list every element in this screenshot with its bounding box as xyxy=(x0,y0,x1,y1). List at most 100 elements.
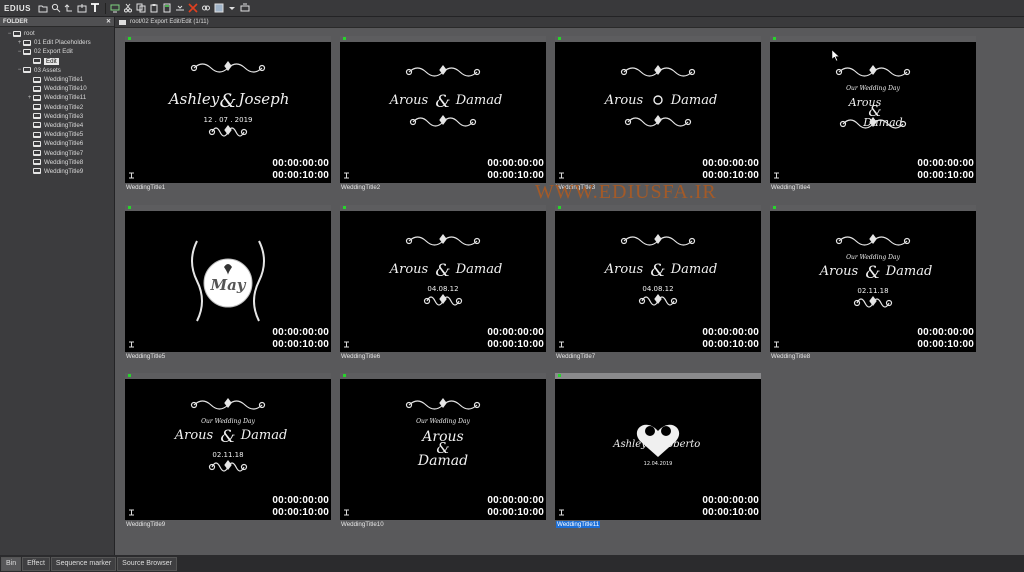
capture-icon[interactable] xyxy=(110,2,121,14)
timecode-duration: 00:00:10:00 xyxy=(272,507,329,518)
tree-item[interactable]: WeddingTitle4 xyxy=(0,121,114,130)
online-indicator-icon xyxy=(558,206,561,209)
ornament-flourish xyxy=(405,234,481,246)
folder-panel-title: FOLDER xyxy=(3,18,28,25)
tree-item[interactable]: + WeddingTitle11 xyxy=(0,93,114,102)
tree-item-label: WeddingTitle6 xyxy=(44,140,84,148)
tree-item[interactable]: WeddingTitle8 xyxy=(0,158,114,167)
clip-thumbnail[interactable]: Arous & Damad 00:00:00:00 00:00:10:00 Wedding… xyxy=(340,36,546,193)
tree-item-label: 01 Edit Placeholders xyxy=(34,39,91,47)
clip-thumbnail[interactable]: Our Wedding Day Arous & Damad 02.11.18 00:00:… xyxy=(770,205,976,362)
timecode-duration: 00:00:10:00 xyxy=(272,339,329,350)
clip-thumbnail[interactable]: Our Wedding Day Arous & Damad 00:00:00:00 00:… xyxy=(340,373,546,530)
timecode-duration: 00:00:10:00 xyxy=(487,170,544,181)
clip-thumbnail[interactable]: Arous Damad 00:00:00:00 00:00:10:00 WeddingT… xyxy=(555,36,761,193)
title-line1: Ashley xyxy=(167,90,220,108)
timecode-in: 00:00:00:00 xyxy=(917,327,974,338)
clip-name[interactable]: WeddingTitle6 xyxy=(340,352,546,362)
clip-name[interactable]: WeddingTitle4 xyxy=(770,183,976,193)
timecode-duration: 00:00:10:00 xyxy=(702,339,759,350)
clip-name[interactable]: WeddingTitle9 xyxy=(125,520,331,530)
tree-item[interactable]: WeddingTitle5 xyxy=(0,130,114,139)
folder-icon xyxy=(33,159,41,166)
search-icon[interactable] xyxy=(51,2,62,14)
tree-item[interactable]: WeddingTitle6 xyxy=(0,139,114,148)
clip-preview: Arous & Damad 04.08.12 00:00:00:00 00:00:10:0… xyxy=(340,211,546,352)
tree-item[interactable]: +01 Edit Placeholders xyxy=(0,38,114,47)
expander-icon[interactable]: + xyxy=(16,40,23,46)
clip-name[interactable]: WeddingTitle1 xyxy=(125,183,331,193)
add-icon[interactable] xyxy=(162,2,173,14)
title-icon[interactable] xyxy=(90,2,101,14)
clip-name[interactable]: WeddingTitle8 xyxy=(770,352,976,362)
clip-name[interactable]: WeddingTitle2 xyxy=(340,183,546,193)
title-line1: Arous xyxy=(389,93,429,108)
open-icon[interactable] xyxy=(77,2,88,14)
tree-item[interactable]: WeddingTitle2 xyxy=(0,103,114,112)
title-ampersand: & xyxy=(650,261,665,281)
clip-thumbnail[interactable]: Ashley & Roberto 12.04.2019 00:00:00:00 00:00… xyxy=(555,373,761,530)
tree-item[interactable]: WeddingTitle1 xyxy=(0,75,114,84)
tree-item-label: WeddingTitle2 xyxy=(44,103,84,111)
tree-item[interactable]: − 02 Export Edit xyxy=(0,47,114,56)
tab-sequence-marker[interactable]: Sequence marker xyxy=(50,556,117,571)
tree-item[interactable]: − 03 Assets xyxy=(0,66,114,75)
folder-icon[interactable] xyxy=(38,2,49,14)
tape-icon[interactable] xyxy=(240,2,251,14)
clip-name[interactable]: WeddingTitle7 xyxy=(555,352,761,362)
clip-thumbnail[interactable]: Arous & Damad 04.08.12 00:00:00:00 00:00:10:0… xyxy=(555,205,761,362)
clip-thumbnail[interactable]: Our Wedding Day Arous & Damad 02.11.18 00:00:… xyxy=(125,373,331,530)
clip-thumbnail[interactable]: Ashley & Joseph 12 . 07 . 2019 00:00:00:00 00… xyxy=(125,36,331,193)
close-icon[interactable]: ✕ xyxy=(106,18,111,25)
clip-name[interactable]: WeddingTitle10 xyxy=(340,520,546,530)
tree-item[interactable]: WeddingTitle7 xyxy=(0,148,114,157)
clip-preview: Our Wedding Day Arous & Damad 02.11.18 00:00:… xyxy=(770,211,976,352)
link-icon[interactable] xyxy=(201,2,212,14)
dropdown-icon[interactable] xyxy=(227,2,238,14)
clip-name-label: WeddingTitle6 xyxy=(341,353,381,360)
clip-thumbnail[interactable]: Arous & Damad 04.08.12 00:00:00:00 00:00:10:0… xyxy=(340,205,546,362)
tree-item[interactable]: WeddingTitle10 xyxy=(0,84,114,93)
tab-source-browser[interactable]: Source Browser xyxy=(117,556,177,571)
view-icon[interactable] xyxy=(214,2,225,14)
clip-name-label: WeddingTitle10 xyxy=(341,521,384,528)
clip-name[interactable]: WeddingTitle11 xyxy=(555,520,761,530)
clip-name-label: WeddingTitle8 xyxy=(771,353,811,360)
title-line2: Roberto xyxy=(659,439,701,450)
clip-thumbnail[interactable]: Our Wedding Day Arous & Damad 00:00:00:00 00:… xyxy=(770,36,976,193)
clip-thumbnail[interactable]: May 00:00:00:00 00:00:10:00 WeddingTitle5 xyxy=(125,205,331,362)
expander-icon[interactable]: − xyxy=(6,31,13,37)
clip-name[interactable]: WeddingTitle5 xyxy=(125,352,331,362)
title-ampersand: & xyxy=(865,263,880,283)
folder-icon xyxy=(33,85,41,92)
app-brand: EDIUS xyxy=(4,3,31,13)
tree-item[interactable]: WeddingTitle9 xyxy=(0,167,114,176)
tree-item[interactable]: − root xyxy=(0,29,114,38)
close-icon[interactable] xyxy=(188,2,199,14)
copy-icon[interactable] xyxy=(136,2,147,14)
title-line2: Damad xyxy=(240,428,288,443)
tab-effect[interactable]: Effect xyxy=(22,556,50,571)
mouse-cursor-icon xyxy=(832,50,840,61)
delete-icon[interactable] xyxy=(175,2,186,14)
tree-item-label: WeddingTitle10 xyxy=(44,85,87,93)
title-clip-icon xyxy=(344,172,349,179)
folder-icon xyxy=(33,168,41,175)
tree-item[interactable]: Edit xyxy=(0,57,114,66)
paste-icon[interactable] xyxy=(149,2,160,14)
expander-icon[interactable]: − xyxy=(16,49,23,55)
expander-icon[interactable]: + xyxy=(26,95,33,101)
rings-icon xyxy=(653,95,663,105)
title-clip-icon xyxy=(559,172,564,179)
tab-bin[interactable]: Bin xyxy=(1,556,22,571)
title-line2: Damad xyxy=(455,262,503,277)
cut-icon[interactable] xyxy=(123,2,134,14)
tree-item[interactable]: WeddingTitle3 xyxy=(0,112,114,121)
timecode-duration: 00:00:10:00 xyxy=(272,170,329,181)
undo-icon[interactable] xyxy=(64,2,75,14)
title-tagline: Our Wedding Day xyxy=(846,254,900,261)
expander-icon[interactable]: − xyxy=(16,67,23,73)
title-date: 04.08.12 xyxy=(642,285,673,293)
clip-preview: May 00:00:00:00 00:00:10:00 xyxy=(125,211,331,352)
title-line1: Ashley xyxy=(612,439,647,450)
